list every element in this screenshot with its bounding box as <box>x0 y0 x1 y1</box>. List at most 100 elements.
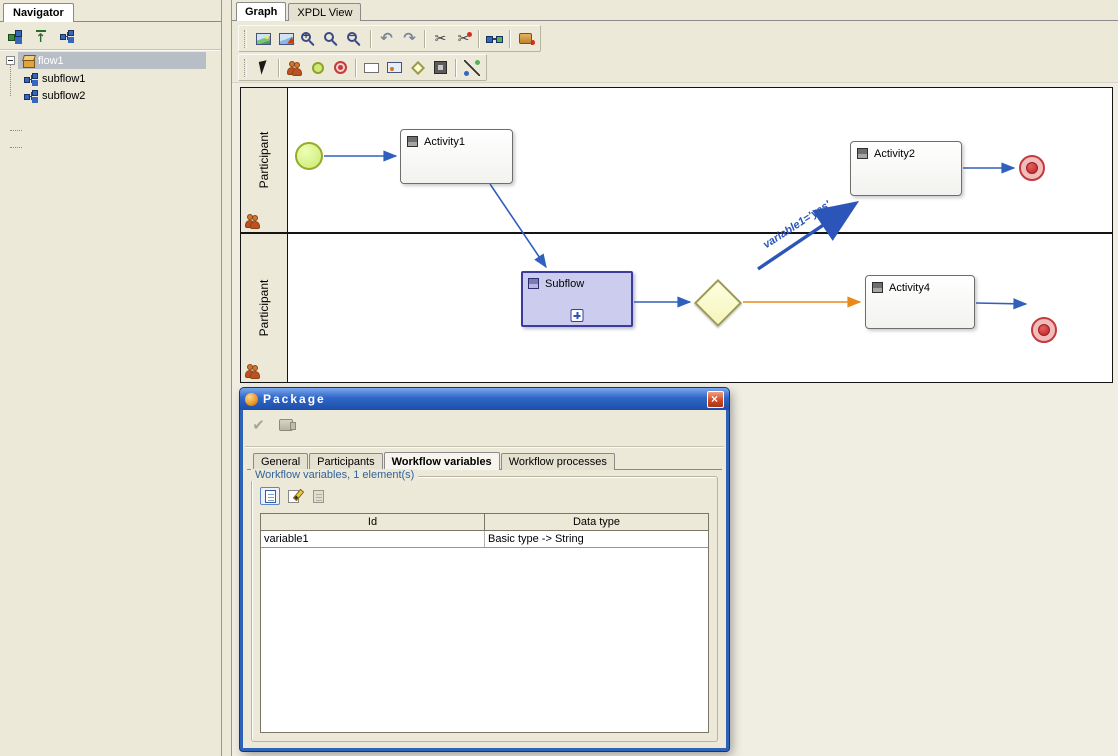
go-to-parent-icon <box>35 30 45 43</box>
tree-item-subflow1[interactable]: subflow1 <box>0 70 221 87</box>
actual-zoom-button[interactable] <box>321 28 344 50</box>
workspace-tab-divider <box>232 20 1118 21</box>
tree-item-label: flow1 <box>38 55 64 67</box>
tab-participants-label: Participants <box>317 456 374 468</box>
subflow-label: Subflow <box>545 278 584 290</box>
activity2-node[interactable]: Activity2 <box>850 141 962 196</box>
tools-toolbar <box>238 54 487 81</box>
transition-activity1-subflow[interactable] <box>490 184 546 267</box>
cut-button[interactable] <box>429 28 452 50</box>
select-tool-button[interactable] <box>252 57 275 79</box>
zoom-in-button[interactable] <box>298 28 321 50</box>
end-event-node-1[interactable] <box>1019 155 1045 181</box>
tree-item-label: subflow2 <box>42 90 85 102</box>
edit-icon <box>287 489 301 503</box>
dialog-title-bar[interactable]: Package <box>240 388 729 410</box>
route-tool-button[interactable] <box>406 57 429 79</box>
expand-subflow-button[interactable] <box>571 309 584 322</box>
activity-label: Activity1 <box>424 136 465 148</box>
transition-activity4-end[interactable] <box>976 303 1026 304</box>
transitions-layer <box>232 83 1118 393</box>
navigator-tree: flow1 subflow1 subflow2 <box>0 52 221 104</box>
tab-graph[interactable]: Graph <box>236 2 286 21</box>
collapse-toggle[interactable] <box>6 56 15 65</box>
references-icon <box>486 33 503 45</box>
go-to-parent-button[interactable] <box>29 25 52 47</box>
subflow-tool-button[interactable] <box>383 57 406 79</box>
new-icon <box>265 490 276 503</box>
tab-participants[interactable]: Participants <box>309 453 382 470</box>
tab-xpdl-view[interactable]: XPDL View <box>288 3 361 21</box>
route-icon <box>410 60 424 74</box>
package-tools-button[interactable] <box>514 28 537 50</box>
relations-icon <box>60 30 74 42</box>
package-pour-button[interactable] <box>274 414 297 436</box>
panel-splitter[interactable] <box>223 0 232 756</box>
toolbar-separator <box>424 30 426 48</box>
navigator-toolbar-divider <box>0 49 221 51</box>
tab-graph-label: Graph <box>245 6 277 18</box>
activity-label: Activity2 <box>874 148 915 160</box>
apply-button[interactable] <box>247 414 270 436</box>
activity4-node[interactable]: Activity4 <box>865 275 975 329</box>
subflow-icon <box>528 278 539 289</box>
navigator-toolbar <box>3 25 78 47</box>
toolbar-separator <box>370 30 372 48</box>
transition-tool-button[interactable] <box>460 57 483 79</box>
toolbar-grip[interactable] <box>244 59 247 77</box>
end-event-icon <box>334 61 347 74</box>
block-activity-tool-button[interactable] <box>429 57 452 79</box>
zoom-out-button[interactable] <box>344 28 367 50</box>
tree-item-subflow2[interactable]: subflow2 <box>0 87 221 104</box>
toolbar-separator <box>278 59 280 77</box>
tab-workflow-processes-label: Workflow processes <box>509 456 607 468</box>
block-activity-icon <box>434 61 447 74</box>
birds-eye-view-button[interactable] <box>275 28 298 50</box>
activity1-node[interactable]: Activity1 <box>400 129 513 184</box>
column-header-data-type[interactable]: Data type <box>485 514 708 530</box>
tree-item-flow1[interactable]: flow1 <box>0 52 221 69</box>
participants-icon <box>288 62 301 74</box>
end-event-node-2[interactable] <box>1031 317 1057 343</box>
column-header-id[interactable]: Id <box>261 514 485 530</box>
dialog-title: Package <box>263 392 326 406</box>
activity-tool-button[interactable] <box>360 57 383 79</box>
tab-general[interactable]: General <box>253 453 308 470</box>
show-relations-button[interactable] <box>55 25 78 47</box>
show-references-button[interactable] <box>483 28 506 50</box>
image-icon <box>256 33 271 45</box>
toolbar-separator <box>355 59 357 77</box>
tree-item-label: subflow1 <box>42 73 85 85</box>
start-event-node[interactable] <box>295 142 323 170</box>
new-package-button[interactable] <box>3 25 26 47</box>
tab-navigator[interactable]: Navigator <box>3 3 74 22</box>
toolbar-grip[interactable] <box>244 30 247 48</box>
dialog-tabs: General Participants Workflow variables … <box>253 452 615 470</box>
close-button[interactable] <box>707 391 724 408</box>
save-graph-image-button[interactable] <box>252 28 275 50</box>
tab-workflow-variables[interactable]: Workflow variables <box>384 452 500 470</box>
toolbar-separator <box>455 59 457 77</box>
participant-tool-button[interactable] <box>283 57 306 79</box>
end-event-tool-button[interactable] <box>329 57 352 79</box>
activity-icon <box>407 136 418 147</box>
cell-id: variable1 <box>261 531 485 547</box>
pour-icon <box>279 419 293 431</box>
remove-button[interactable] <box>452 28 475 50</box>
dialog-toolbar <box>247 414 297 436</box>
subflow-node[interactable]: Subflow <box>521 271 633 327</box>
cell-data-type: Basic type -> String <box>485 531 708 547</box>
redo-button[interactable] <box>398 28 421 50</box>
add-variable-button[interactable] <box>260 487 280 505</box>
tab-workflow-processes[interactable]: Workflow processes <box>501 453 615 470</box>
edit-variable-button[interactable] <box>284 487 304 505</box>
start-event-tool-button[interactable] <box>306 57 329 79</box>
undo-button[interactable] <box>375 28 398 50</box>
subflow-activity-icon <box>387 62 402 73</box>
delete-variable-button[interactable] <box>308 487 328 505</box>
package-icon <box>22 55 34 66</box>
dialog-app-icon <box>245 393 258 406</box>
new-package-icon <box>8 30 22 42</box>
workspace-tabs: Graph XPDL View <box>236 2 361 21</box>
table-row[interactable]: variable1 Basic type -> String <box>261 531 708 548</box>
